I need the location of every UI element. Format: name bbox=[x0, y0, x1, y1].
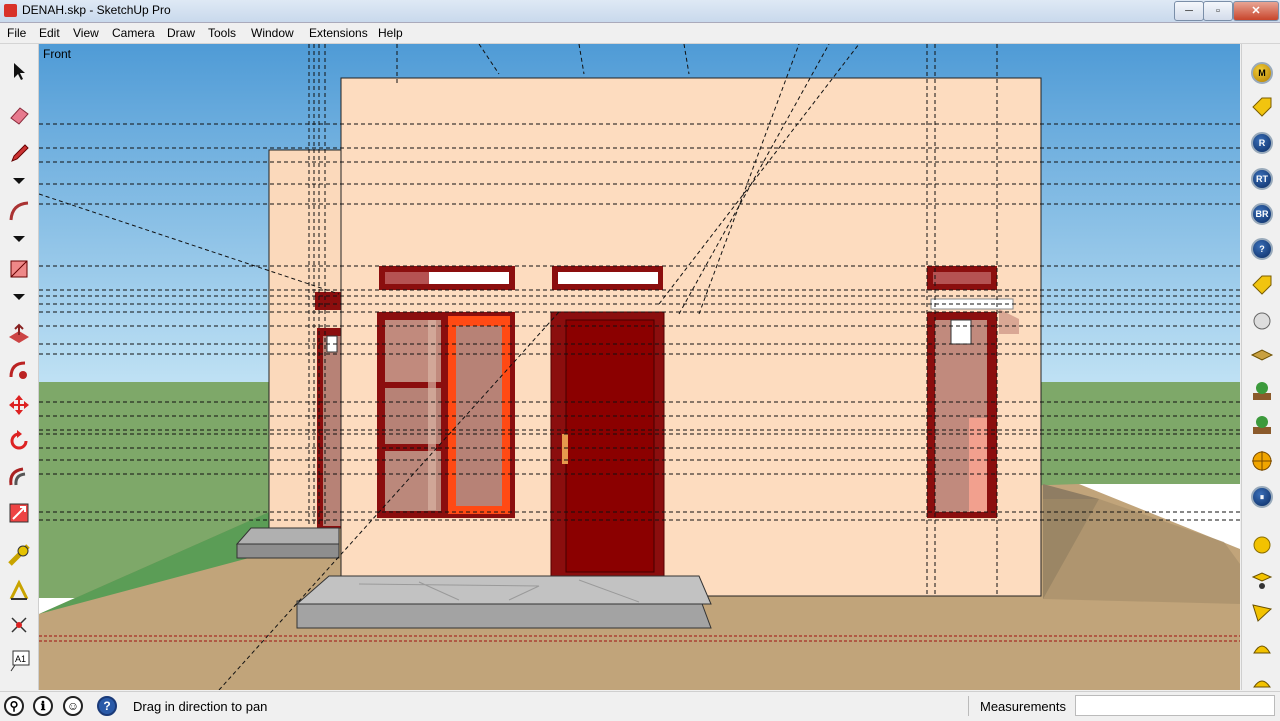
left-wing-door-glass bbox=[323, 336, 341, 526]
dome-icon[interactable] bbox=[1249, 636, 1275, 662]
user-account-icon[interactable]: ☺ bbox=[63, 696, 83, 716]
menu-window[interactable]: Window bbox=[251, 26, 294, 40]
follow-me-icon[interactable] bbox=[6, 358, 32, 384]
offset-icon[interactable] bbox=[6, 464, 32, 490]
window-title: DENAH.skp - SketchUp Pro bbox=[22, 3, 171, 17]
window-reflection bbox=[428, 320, 436, 510]
pause-icon[interactable]: ⏸ bbox=[1251, 486, 1273, 508]
credits-icon[interactable]: ℹ bbox=[33, 696, 53, 716]
pencil-icon[interactable] bbox=[6, 140, 32, 166]
maximize-button[interactable]: ▫ bbox=[1203, 1, 1233, 21]
tape-measure-icon[interactable] bbox=[6, 542, 32, 568]
arc-icon[interactable] bbox=[6, 198, 32, 224]
tag-icon[interactable] bbox=[1249, 94, 1275, 120]
scale-icon[interactable] bbox=[6, 500, 32, 526]
vent-left-shade bbox=[385, 272, 429, 284]
left-step-front bbox=[236, 543, 340, 559]
scene-canvas bbox=[39, 44, 1240, 690]
scene-tab-label: Front bbox=[43, 47, 72, 61]
plant-icon[interactable] bbox=[1249, 412, 1275, 438]
tag-icon[interactable] bbox=[1249, 272, 1275, 298]
m-badge-icon[interactable]: M bbox=[1251, 62, 1273, 84]
menu-bar: File Edit View Camera Draw Tools Window … bbox=[0, 23, 1280, 44]
r-badge-icon[interactable]: R bbox=[1251, 132, 1273, 154]
cast-shadow bbox=[1043, 499, 1240, 604]
target-icon[interactable] bbox=[1249, 448, 1275, 474]
plant-icon[interactable] bbox=[1249, 378, 1275, 404]
status-divider bbox=[968, 696, 969, 716]
menu-edit[interactable]: Edit bbox=[39, 26, 60, 40]
menu-view[interactable]: View bbox=[73, 26, 99, 40]
front-step-face bbox=[296, 600, 712, 629]
svg-text:A1: A1 bbox=[15, 654, 26, 664]
help-badge-icon[interactable]: ? bbox=[1251, 238, 1273, 260]
rotate-icon[interactable] bbox=[6, 428, 32, 454]
minimize-button[interactable]: ─ bbox=[1174, 1, 1204, 21]
measurements-label: Measurements bbox=[980, 699, 1066, 714]
title-bar: DENAH.skp - SketchUp Pro ─ ▫ ✕ bbox=[0, 0, 1280, 23]
window-right-vent bbox=[950, 319, 972, 345]
rectangle-icon[interactable] bbox=[6, 256, 32, 282]
close-button[interactable]: ✕ bbox=[1233, 1, 1279, 21]
status-hint: Drag in direction to pan bbox=[133, 699, 268, 714]
rt-badge-icon[interactable]: RT bbox=[1251, 168, 1273, 190]
dropdown-icon[interactable] bbox=[6, 226, 32, 252]
menu-camera[interactable]: Camera bbox=[112, 26, 155, 40]
door-leaf bbox=[565, 319, 655, 573]
measurements-input[interactable] bbox=[1075, 695, 1275, 716]
left-wing-vent bbox=[315, 292, 341, 310]
move-icon[interactable] bbox=[6, 392, 32, 418]
sketchup-app-icon bbox=[4, 4, 17, 17]
vent-center-glass bbox=[558, 272, 658, 284]
eraser-icon[interactable] bbox=[6, 102, 32, 128]
front-step-top bbox=[295, 575, 712, 605]
yellow-circle-icon[interactable] bbox=[1249, 532, 1275, 558]
dropdown-icon[interactable] bbox=[6, 284, 32, 310]
geo-location-icon[interactable]: ⚲ bbox=[4, 696, 24, 716]
section-plane-icon[interactable] bbox=[1249, 566, 1275, 592]
select-icon[interactable] bbox=[6, 58, 32, 84]
vent-left-glass bbox=[429, 272, 509, 284]
left-step-top bbox=[235, 527, 340, 545]
layers-icon[interactable] bbox=[1249, 342, 1275, 368]
sphere-icon[interactable] bbox=[1249, 308, 1275, 334]
model-viewport[interactable] bbox=[39, 44, 1240, 690]
axes-icon[interactable] bbox=[6, 612, 32, 638]
protractor-icon[interactable] bbox=[6, 578, 32, 604]
menu-tools[interactable]: Tools bbox=[208, 26, 236, 40]
dropdown-icon[interactable] bbox=[6, 168, 32, 194]
menu-file[interactable]: File bbox=[7, 26, 26, 40]
vent-right-glass bbox=[933, 272, 991, 284]
triangle-icon[interactable] bbox=[1249, 600, 1275, 626]
text-label-icon[interactable]: A1 bbox=[6, 648, 32, 674]
status-bar: ⚲ ℹ ☺ ? Drag in direction to pan Measure… bbox=[0, 691, 1280, 721]
menu-extensions[interactable]: Extensions bbox=[309, 26, 368, 40]
push-pull-icon[interactable] bbox=[6, 322, 32, 348]
right-toolbar: M R RT BR ? ⏸ bbox=[1241, 44, 1280, 690]
br-badge-icon[interactable]: BR bbox=[1251, 203, 1273, 225]
left-toolbar: A1 bbox=[0, 44, 39, 690]
menu-draw[interactable]: Draw bbox=[167, 26, 195, 40]
menu-help[interactable]: Help bbox=[378, 26, 403, 40]
dome-icon[interactable] bbox=[1249, 666, 1275, 692]
instructor-help-icon[interactable]: ? bbox=[97, 696, 117, 716]
window-right-highlight bbox=[969, 418, 987, 512]
